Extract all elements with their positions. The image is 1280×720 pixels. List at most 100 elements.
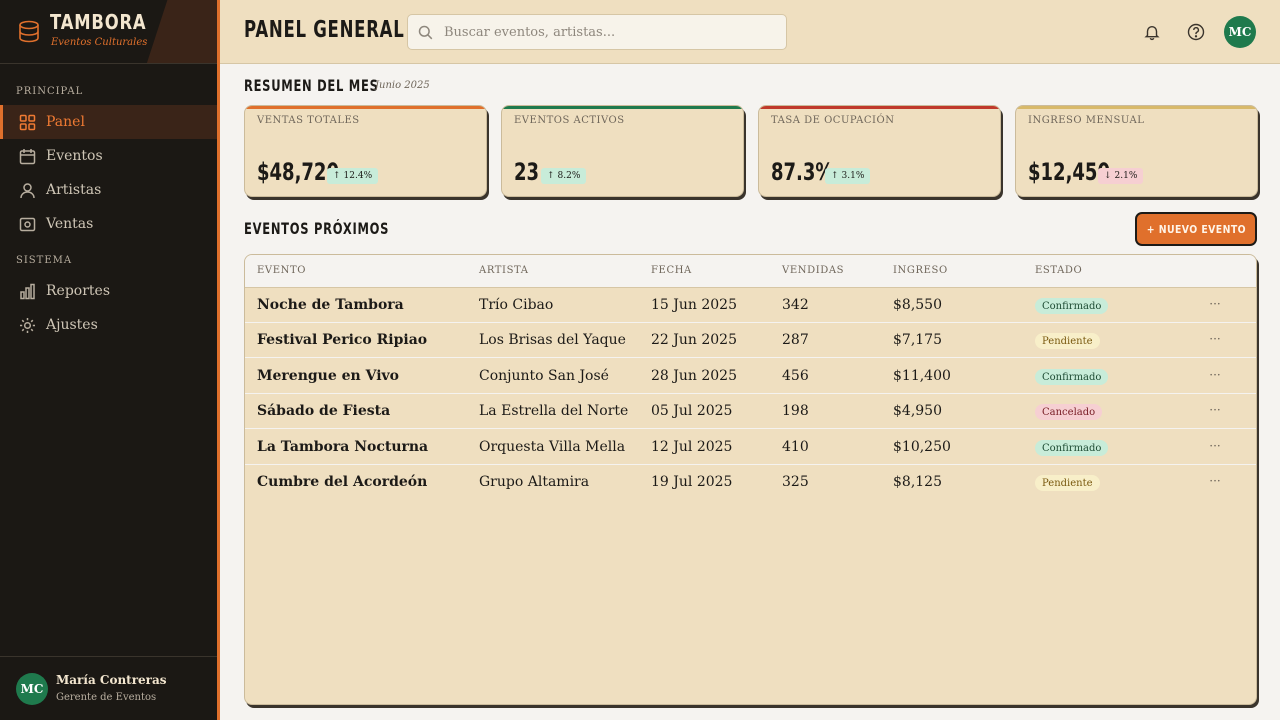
arrow-up-icon: ↑ <box>831 171 839 181</box>
bell-icon[interactable] <box>1143 23 1161 41</box>
cell-sold: 410 <box>782 439 809 455</box>
user-name: María Contreras <box>56 673 167 687</box>
cell-sold: 456 <box>782 368 809 384</box>
status-badge: Confirmado <box>1035 369 1109 385</box>
more-options-icon[interactable]: ··· <box>1207 367 1223 383</box>
trend-value: 12.4% <box>343 171 373 181</box>
stat-card-eventos: EVENTOS ACTIVOS 23 ↑ 8.2% <box>501 105 744 197</box>
help-icon[interactable] <box>1187 23 1205 41</box>
cell-event: Noche de Tambora <box>257 297 404 313</box>
sidebar-item-artistas[interactable]: Artistas <box>0 173 217 207</box>
table-row[interactable]: Noche de Tambora Trío Cibao 15 Jun 2025 … <box>245 288 1256 323</box>
more-options-icon[interactable]: ··· <box>1207 331 1223 347</box>
sidebar-item-label: Eventos <box>46 148 103 164</box>
cell-event: Cumbre del Acordeón <box>257 474 428 490</box>
cell-artist: La Estrella del Norte <box>479 403 629 419</box>
table-row[interactable]: Merengue en Vivo Conjunto San José 28 Ju… <box>245 359 1256 394</box>
card-accent-bar <box>502 106 743 109</box>
sidebar-item-reportes[interactable]: Reportes <box>0 274 217 308</box>
events-table: EVENTO ARTISTA FECHA VENDIDAS INGRESO ES… <box>244 254 1257 705</box>
sidebar-item-ventas[interactable]: Ventas <box>0 207 217 241</box>
more-options-icon[interactable]: ··· <box>1207 296 1223 312</box>
sidebar-item-panel[interactable]: Panel <box>0 105 217 139</box>
trend-chip: ↑ 8.2% <box>541 168 587 184</box>
stat-card-ingreso: INGRESO MENSUAL $12,450 ↓ 2.1% <box>1015 105 1258 197</box>
column-header-ingreso[interactable]: INGRESO <box>893 265 948 276</box>
status-badge: Confirmado <box>1035 440 1109 456</box>
sidebar: TAMBORA Eventos Culturales PRINCIPAL Pan… <box>0 0 220 720</box>
table-row[interactable]: La Tambora Nocturna Orquesta Villa Mella… <box>245 430 1256 465</box>
brand-stripe <box>146 0 217 63</box>
header-avatar[interactable]: MC <box>1224 16 1256 48</box>
trend-value: 3.1% <box>841 171 865 181</box>
new-event-label: + NUEVO EVENTO <box>1146 222 1246 236</box>
trend-chip: ↓ 2.1% <box>1098 168 1144 184</box>
sidebar-item-label: Panel <box>46 114 85 130</box>
more-options-icon[interactable]: ··· <box>1207 473 1223 489</box>
more-options-icon[interactable]: ··· <box>1207 438 1223 454</box>
cell-event: Merengue en Vivo <box>257 368 399 384</box>
more-options-icon[interactable]: ··· <box>1207 402 1223 418</box>
cell-sold: 342 <box>782 297 809 313</box>
cell-date: 15 Jun 2025 <box>651 297 737 313</box>
cell-revenue: $7,175 <box>893 332 942 348</box>
avatar: MC <box>16 673 48 705</box>
table-header: EVENTO ARTISTA FECHA VENDIDAS INGRESO ES… <box>245 255 1256 288</box>
status-badge: Pendiente <box>1035 475 1100 491</box>
cell-revenue: $8,125 <box>893 474 942 490</box>
cell-artist: Trío Cibao <box>479 297 554 313</box>
table-row[interactable]: Festival Perico Ripiao Los Brisas del Ya… <box>245 323 1256 358</box>
cell-event: Sábado de Fiesta <box>257 403 391 419</box>
summary-period: Junio 2025 <box>375 80 430 91</box>
card-label: EVENTOS ACTIVOS <box>514 115 625 126</box>
cell-artist: Orquesta Villa Mella <box>479 439 626 455</box>
cell-artist: Grupo Altamira <box>479 474 590 490</box>
trend-value: 2.1% <box>1114 171 1138 181</box>
topbar: PANEL GENERAL MC <box>220 0 1280 64</box>
cell-sold: 325 <box>782 474 809 490</box>
gear-icon <box>20 317 35 333</box>
column-header-artista[interactable]: ARTISTA <box>479 265 529 276</box>
cell-date: 05 Jul 2025 <box>651 403 733 419</box>
cell-revenue: $11,400 <box>893 368 951 384</box>
trend-value: 8.2% <box>557 171 581 181</box>
cell-sold: 198 <box>782 403 809 419</box>
column-header-fecha[interactable]: FECHA <box>651 265 692 276</box>
cell-event: Festival Perico Ripiao <box>257 332 428 348</box>
table-row[interactable]: Cumbre del Acordeón Grupo Altamira 19 Ju… <box>245 465 1256 500</box>
cell-date: 19 Jul 2025 <box>651 474 733 490</box>
cell-artist: Los Brisas del Yaque <box>479 332 626 348</box>
search-box[interactable] <box>407 14 787 50</box>
card-label: TASA DE OCUPACIÓN <box>771 115 895 126</box>
cell-artist: Conjunto San José <box>479 368 609 384</box>
cell-sold: 287 <box>782 332 809 348</box>
sidebar-item-ajustes[interactable]: Ajustes <box>0 308 217 342</box>
brand-subtitle: Eventos Culturales <box>51 37 148 48</box>
column-header-estado[interactable]: ESTADO <box>1035 265 1082 276</box>
summary-title: RESUMEN DEL MES <box>244 76 379 95</box>
new-event-button[interactable]: + NUEVO EVENTO <box>1135 212 1257 246</box>
sidebar-item-label: Artistas <box>46 182 102 198</box>
grid-icon <box>19 114 36 130</box>
user-icon <box>20 182 35 198</box>
table-row[interactable]: Sábado de Fiesta La Estrella del Norte 0… <box>245 394 1256 429</box>
sidebar-item-eventos[interactable]: Eventos <box>0 139 217 173</box>
search-icon <box>418 25 433 40</box>
card-label: VENTAS TOTALES <box>257 115 360 126</box>
column-header-vendidas[interactable]: VENDIDAS <box>782 265 844 276</box>
column-header-evento[interactable]: EVENTO <box>257 265 306 276</box>
arrow-down-icon: ↓ <box>1104 171 1112 181</box>
card-accent-bar <box>245 106 486 109</box>
cell-event: La Tambora Nocturna <box>257 439 429 455</box>
user-profile[interactable]: MC María Contreras Gerente de Eventos <box>0 656 217 720</box>
page-title: PANEL GENERAL <box>244 17 405 43</box>
arrow-up-icon: ↑ <box>333 171 341 181</box>
cell-revenue: $10,250 <box>893 439 951 455</box>
search-input[interactable] <box>444 15 774 49</box>
card-accent-bar <box>1016 106 1257 109</box>
cash-icon <box>19 217 36 231</box>
sidebar-item-label: Reportes <box>46 283 111 299</box>
brand-name: TAMBORA <box>50 10 147 34</box>
arrow-up-icon: ↑ <box>547 171 555 181</box>
stat-card-ventas: VENTAS TOTALES $48,720 ↑ 12.4% <box>244 105 487 197</box>
